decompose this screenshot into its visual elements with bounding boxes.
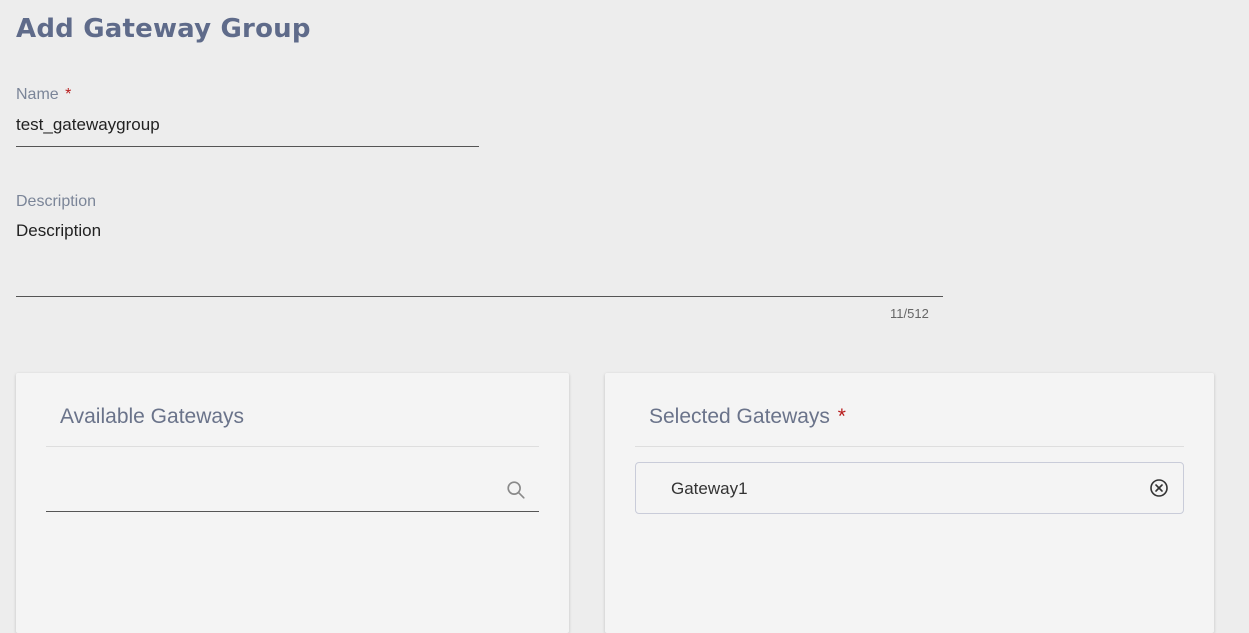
selected-gateway-chip-label: Gateway1 <box>671 479 748 498</box>
description-underline <box>16 296 943 297</box>
description-char-counter: 11/512 <box>890 306 929 321</box>
description-label: Description <box>16 193 97 210</box>
name-label-text: Name <box>16 86 59 103</box>
selected-gateways-divider <box>635 446 1184 447</box>
selected-gateway-chip[interactable]: Gateway1 <box>635 462 1184 514</box>
name-input-underline <box>16 146 479 147</box>
available-gateways-title: Available Gateways <box>60 405 245 428</box>
available-gateways-card: Available Gateways <box>16 373 569 633</box>
name-label: Name * <box>16 86 71 104</box>
name-input[interactable]: test_gatewaygroup <box>16 115 160 135</box>
page-title: Add Gateway Group <box>16 14 311 44</box>
selected-gateways-title: Selected Gateways * <box>649 405 846 429</box>
selected-gateways-title-text: Selected Gateways <box>649 405 830 428</box>
add-gateway-group-page: Add Gateway Group Name * test_gatewaygro… <box>0 0 1249 633</box>
available-gateways-search <box>46 468 539 514</box>
search-icon[interactable] <box>505 479 527 501</box>
close-circle-icon[interactable] <box>1149 478 1169 498</box>
selected-gateways-required-mark: * <box>837 405 846 428</box>
selected-gateways-card: Selected Gateways * Gateway1 <box>605 373 1214 633</box>
available-gateways-search-input[interactable] <box>46 468 539 512</box>
available-gateways-divider <box>46 446 539 447</box>
name-required-mark: * <box>65 86 72 103</box>
description-textarea[interactable]: Description <box>16 221 101 241</box>
